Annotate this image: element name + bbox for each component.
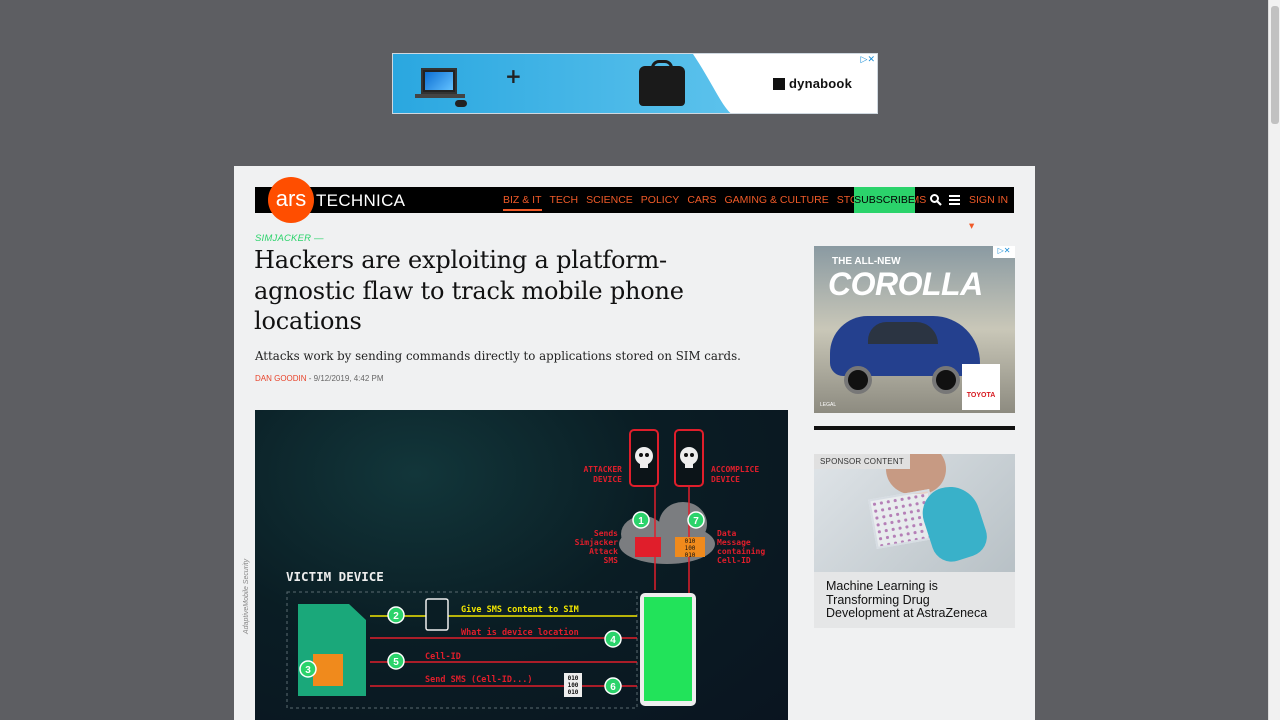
corolla-sidebar-ad[interactable]: THE ALL-NEW COROLLA TOYOTA LEGAL ▷✕ <box>814 246 1015 413</box>
ad-choices-icon[interactable]: ▷✕ <box>861 55 875 65</box>
step-3-badge: 3 <box>299 660 317 678</box>
subscribe-button[interactable]: SUBSCRIBE <box>854 187 915 213</box>
svg-text:6: 6 <box>610 682 616 693</box>
sponsor-tag: SPONSOR CONTENT <box>814 454 910 469</box>
msg-cell-id: Cell-ID <box>425 652 461 662</box>
svg-text:010: 010 <box>568 675 579 682</box>
step-2-badge: 2 <box>387 606 405 624</box>
sign-in-link[interactable]: SIGN IN ▾ <box>969 187 1014 239</box>
ad-choices-icon[interactable]: ▷✕ <box>993 246 1015 258</box>
step-6-badge: 6 <box>604 677 622 695</box>
step-4-badge: 4 <box>604 630 622 648</box>
sends-label-4: SMS <box>604 556 619 565</box>
laptop-base <box>415 94 465 98</box>
nav-link-tech[interactable]: TECH <box>550 187 579 213</box>
dynabook-logo-icon <box>773 78 785 90</box>
article-kicker[interactable]: SIMJACKER — <box>255 233 324 244</box>
article-date: - 9/12/2019, 4:42 PM <box>306 374 384 383</box>
sim-chip <box>313 654 343 686</box>
attacker-label-2: DEVICE <box>593 475 622 484</box>
svg-text:4: 4 <box>610 635 616 646</box>
article-headline: Hackers are exploiting a platform-agnost… <box>254 246 684 335</box>
attacker-phone <box>629 429 659 487</box>
scrollbar-thumb[interactable] <box>1271 6 1279 124</box>
sponsor-content-card[interactable]: SPONSOR CONTENT Machine Learning is Tran… <box>814 454 1015 628</box>
car-wheel <box>844 366 872 394</box>
simjacker-diagram: ATTACKER DEVICE ACCOMPLICE DEVICE 010 10… <box>286 429 765 709</box>
toyota-logo: TOYOTA <box>962 364 1000 410</box>
hamburger-menu-icon[interactable] <box>949 195 960 205</box>
sidebar-divider <box>814 426 1015 430</box>
svg-text:010: 010 <box>568 689 579 696</box>
ad-legal: LEGAL <box>820 402 837 408</box>
attacker-label-1: ATTACKER <box>583 465 622 474</box>
msg-send-sms: Send SMS (Cell-ID...) <box>425 675 532 685</box>
sponsor-title-link[interactable]: Machine Learning is Transforming Drug De… <box>826 579 1006 621</box>
author-link[interactable]: DAN GOODIN <box>255 374 307 383</box>
svg-text:100: 100 <box>568 682 579 689</box>
nav-link-policy[interactable]: POLICY <box>641 187 680 213</box>
victim-device-label: VICTIM DEVICE <box>286 569 384 584</box>
sends-label-3: Attack <box>589 547 618 556</box>
nav-link-science[interactable]: SCIENCE <box>586 187 633 213</box>
data-label-3: containing <box>717 546 765 556</box>
svg-text:2: 2 <box>393 611 399 622</box>
sms-icon <box>425 598 449 631</box>
accomplice-label-1: ACCOMPLICE <box>711 465 759 474</box>
search-icon[interactable] <box>929 193 943 207</box>
accomplice-phone <box>674 429 704 487</box>
ad-plus: + <box>505 64 522 88</box>
ars-logo-icon[interactable]: ars <box>268 177 314 223</box>
svg-text:010: 010 <box>685 552 696 559</box>
svg-text:7: 7 <box>693 516 699 527</box>
sends-label-1: Sends <box>594 529 618 538</box>
data-label-2: Message <box>717 538 751 547</box>
page-scrollbar[interactable] <box>1268 0 1280 720</box>
site-logo-text[interactable]: TECHNICA <box>316 191 405 211</box>
step-1-badge: 1 <box>632 511 650 529</box>
data-label-4: Cell-ID <box>717 556 751 565</box>
article-dek: Attacks work by sending commands directl… <box>255 349 741 363</box>
sponsor-image[interactable] <box>814 454 1015 572</box>
top-banner-ad[interactable]: + dynabook ▷✕ <box>392 53 878 114</box>
site-navbar: ars TECHNICA BIZ & IT TECH SCIENCE POLIC… <box>255 177 1014 232</box>
sends-label-2: Simjacker <box>575 537 619 547</box>
nav-link-biz-it[interactable]: BIZ & IT <box>503 187 542 213</box>
article-page: ars TECHNICA BIZ & IT TECH SCIENCE POLIC… <box>234 166 1035 720</box>
svg-text:100: 100 <box>685 545 696 552</box>
image-credit: AdaptiveMobile Security <box>243 558 250 634</box>
ad-brand-name: dynabook <box>789 76 852 91</box>
article-byline: DAN GOODIN - 9/12/2019, 4:42 PM <box>255 374 384 383</box>
mouse-image <box>455 100 467 107</box>
data-label-1: Data <box>717 529 736 538</box>
step-5-badge: 5 <box>387 652 405 670</box>
sim-sms-icon <box>635 537 661 557</box>
svg-text:010: 010 <box>685 538 696 545</box>
ad-line-2: COROLLA <box>828 266 983 302</box>
accomplice-label-2: DEVICE <box>711 475 740 484</box>
nav-link-cars[interactable]: CARS <box>687 187 716 213</box>
msg-device-location: What is device location <box>461 627 579 638</box>
step-7-badge: 7 <box>687 511 705 529</box>
svg-text:5: 5 <box>393 657 399 668</box>
svg-text:3: 3 <box>305 665 311 676</box>
svg-text:1: 1 <box>638 516 644 527</box>
nav-link-gaming-culture[interactable]: GAMING & CULTURE <box>725 187 829 213</box>
msg-give-sms: Give SMS content to SIM <box>461 604 579 615</box>
laptop-bag-image <box>639 60 685 106</box>
laptop-image <box>421 68 457 94</box>
article-hero-image[interactable]: ATTACKER DEVICE ACCOMPLICE DEVICE 010 10… <box>255 410 788 720</box>
car-wheel <box>932 366 960 394</box>
